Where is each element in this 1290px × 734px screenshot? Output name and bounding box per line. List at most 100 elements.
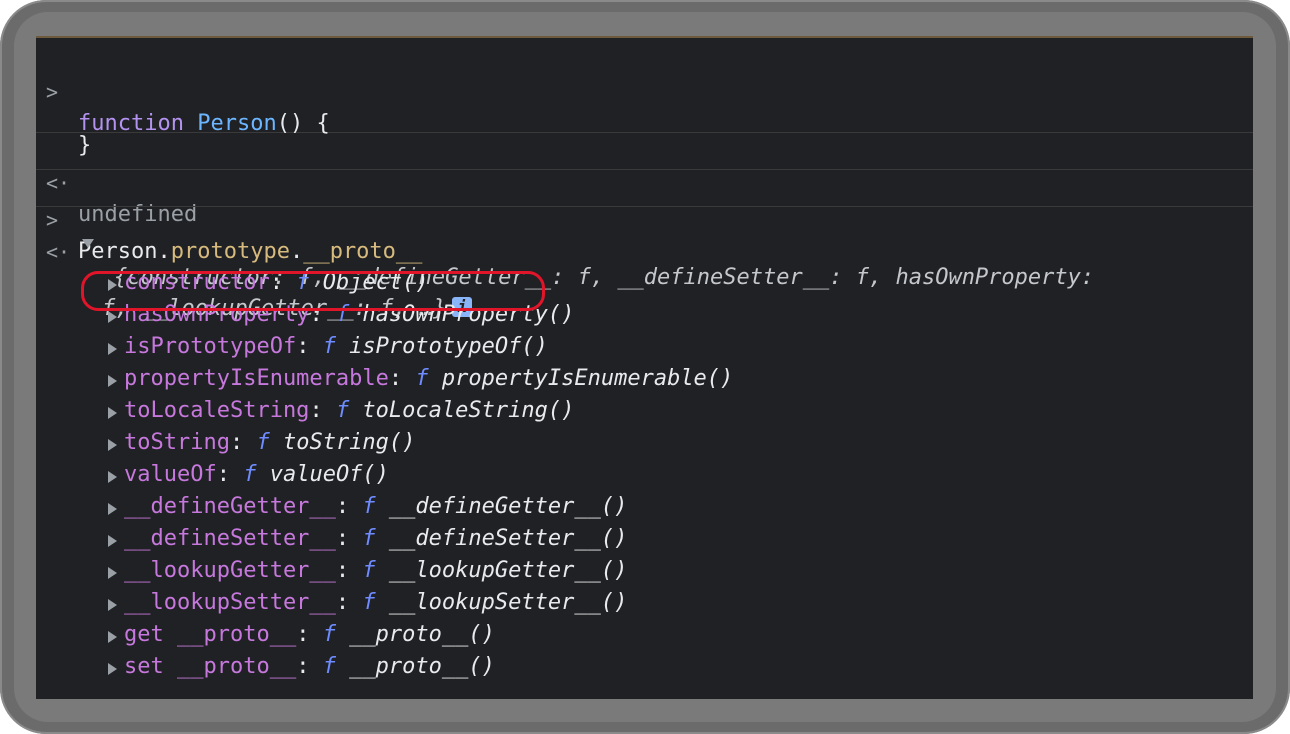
expand-triangle-icon[interactable] bbox=[108, 439, 117, 451]
property-row[interactable]: get __proto__: f __proto__() bbox=[36, 619, 1253, 651]
expand-triangle-icon[interactable] bbox=[108, 471, 117, 483]
property-value: propertyIsEnumerable() bbox=[428, 366, 734, 391]
expand-triangle-icon[interactable] bbox=[108, 343, 117, 355]
function-glyph: f bbox=[362, 526, 376, 551]
property-text: toString: f toString() bbox=[124, 427, 415, 459]
property-separator: : bbox=[296, 654, 323, 679]
property-row[interactable]: __defineGetter__: f __defineGetter__() bbox=[36, 491, 1253, 523]
console-output-entry[interactable]: <· {constructor: f, __defineGetter__: f,… bbox=[36, 207, 1253, 683]
property-text: __lookupSetter__: f __lookupSetter__() bbox=[124, 587, 627, 619]
function-glyph: f bbox=[322, 654, 336, 679]
property-key: __defineSetter__ bbox=[124, 526, 336, 551]
function-glyph: f bbox=[335, 398, 350, 423]
property-key: valueOf bbox=[124, 462, 217, 487]
property-text: propertyIsEnumerable: f propertyIsEnumer… bbox=[124, 363, 733, 395]
function-glyph: f bbox=[322, 334, 336, 359]
expand-triangle-icon[interactable] bbox=[108, 407, 117, 419]
property-value: __proto__() bbox=[335, 622, 495, 647]
function-glyph: f bbox=[362, 494, 376, 519]
property-value: valueOf() bbox=[256, 462, 389, 487]
property-row[interactable]: __lookupGetter__: f __lookupGetter__() bbox=[36, 555, 1253, 587]
property-row[interactable]: __defineSetter__: f __defineSetter__() bbox=[36, 523, 1253, 555]
function-glyph: f bbox=[335, 302, 350, 327]
code-line: > function Person() { bbox=[36, 44, 1253, 136]
property-value: __defineGetter__() bbox=[375, 494, 628, 519]
property-key: toString bbox=[124, 430, 230, 455]
property-value: toLocaleString() bbox=[349, 398, 575, 423]
expand-triangle-icon[interactable] bbox=[108, 535, 117, 547]
property-value: isPrototypeOf() bbox=[335, 334, 548, 359]
property-value: __defineSetter__() bbox=[375, 526, 628, 551]
property-separator: : bbox=[229, 430, 257, 455]
property-text: get __proto__: f __proto__() bbox=[124, 619, 495, 651]
property-text: toLocaleString: f toLocaleString() bbox=[124, 395, 574, 427]
function-glyph: f bbox=[362, 590, 376, 615]
console-input-entry[interactable]: > Person.prototype.__proto__ bbox=[36, 170, 1253, 264]
property-separator: : bbox=[296, 622, 323, 647]
function-glyph: f bbox=[256, 430, 270, 455]
property-text: valueOf: f valueOf() bbox=[124, 459, 389, 491]
property-text: isPrototypeOf: f isPrototypeOf() bbox=[124, 331, 548, 363]
property-text: hasOwnProperty: f hasOwnProperty() bbox=[124, 299, 574, 331]
property-value: hasOwnProperty() bbox=[349, 302, 575, 327]
expand-triangle-icon[interactable] bbox=[108, 631, 117, 643]
property-value: Object() bbox=[309, 270, 429, 295]
property-separator: : bbox=[335, 558, 363, 583]
property-separator: : bbox=[269, 270, 297, 295]
property-text: __lookupGetter__: f __lookupGetter__() bbox=[124, 555, 627, 587]
property-separator: : bbox=[296, 334, 323, 359]
function-glyph: f bbox=[362, 558, 376, 583]
property-list: constructor: f Object() hasOwnProperty: f… bbox=[36, 267, 1253, 683]
function-glyph: f bbox=[243, 462, 257, 487]
property-text: __defineSetter__: f __defineSetter__() bbox=[124, 523, 627, 555]
property-text: set __proto__: f __proto__() bbox=[124, 651, 495, 683]
property-row[interactable]: constructor: f Object() bbox=[36, 267, 1253, 299]
console-input-entry[interactable]: > function Person() { } bbox=[36, 38, 1253, 158]
property-row[interactable]: valueOf: f valueOf() bbox=[36, 459, 1253, 491]
property-separator: : bbox=[309, 302, 336, 327]
property-row[interactable]: isPrototypeOf: f isPrototypeOf() bbox=[36, 331, 1253, 363]
code-line: > Person.prototype.__proto__ bbox=[36, 172, 1253, 264]
devtools-console[interactable]: > function Person() { } <· undefined > P… bbox=[36, 36, 1253, 699]
property-key: __defineGetter__ bbox=[124, 494, 336, 519]
property-separator: : bbox=[309, 398, 336, 423]
property-key: get __proto__ bbox=[124, 622, 297, 647]
expand-triangle-icon[interactable] bbox=[108, 503, 117, 515]
expand-triangle-icon[interactable] bbox=[108, 375, 117, 387]
property-row[interactable]: propertyIsEnumerable: f propertyIsEnumer… bbox=[36, 363, 1253, 395]
property-key: constructor bbox=[124, 270, 270, 295]
property-separator: : bbox=[335, 494, 363, 519]
function-glyph: f bbox=[415, 366, 429, 391]
property-separator: : bbox=[388, 366, 416, 391]
property-value: __lookupGetter__() bbox=[375, 558, 628, 583]
function-glyph: f bbox=[322, 622, 336, 647]
property-row[interactable]: toLocaleString: f toLocaleString() bbox=[36, 395, 1253, 427]
property-separator: : bbox=[335, 526, 363, 551]
property-key: __lookupSetter__ bbox=[124, 590, 336, 615]
collapse-triangle-icon[interactable] bbox=[82, 239, 94, 248]
object-summary-line[interactable]: f, __lookupGetter__: f, …} i bbox=[36, 239, 1253, 321]
property-row[interactable]: hasOwnProperty: f hasOwnProperty() bbox=[36, 299, 1253, 331]
expand-triangle-icon[interactable] bbox=[108, 663, 117, 675]
expand-triangle-icon[interactable] bbox=[108, 599, 117, 611]
object-summary-line[interactable]: <· {constructor: f, __defineGetter__: f,… bbox=[36, 213, 1253, 290]
property-value: toString() bbox=[269, 430, 416, 455]
expand-triangle-icon[interactable] bbox=[108, 311, 117, 323]
console-output-entry: <· undefined bbox=[36, 133, 1253, 227]
property-separator: : bbox=[335, 590, 363, 615]
property-row[interactable]: set __proto__: f __proto__() bbox=[36, 651, 1253, 683]
property-key: propertyIsEnumerable bbox=[124, 366, 389, 391]
code-line: } bbox=[36, 98, 1253, 158]
property-row[interactable]: __lookupSetter__: f __lookupSetter__() bbox=[36, 587, 1253, 619]
property-key: hasOwnProperty bbox=[124, 302, 310, 327]
function-glyph: f bbox=[296, 270, 310, 295]
property-row[interactable]: toString: f toString() bbox=[36, 427, 1253, 459]
property-value: __proto__() bbox=[335, 654, 495, 679]
expand-triangle-icon[interactable] bbox=[108, 567, 117, 579]
expand-triangle-icon[interactable] bbox=[108, 279, 117, 291]
property-text: __defineGetter__: f __defineGetter__() bbox=[124, 491, 627, 523]
property-key: isPrototypeOf bbox=[124, 334, 297, 359]
property-value: __lookupSetter__() bbox=[375, 590, 628, 615]
property-separator: : bbox=[216, 462, 244, 487]
